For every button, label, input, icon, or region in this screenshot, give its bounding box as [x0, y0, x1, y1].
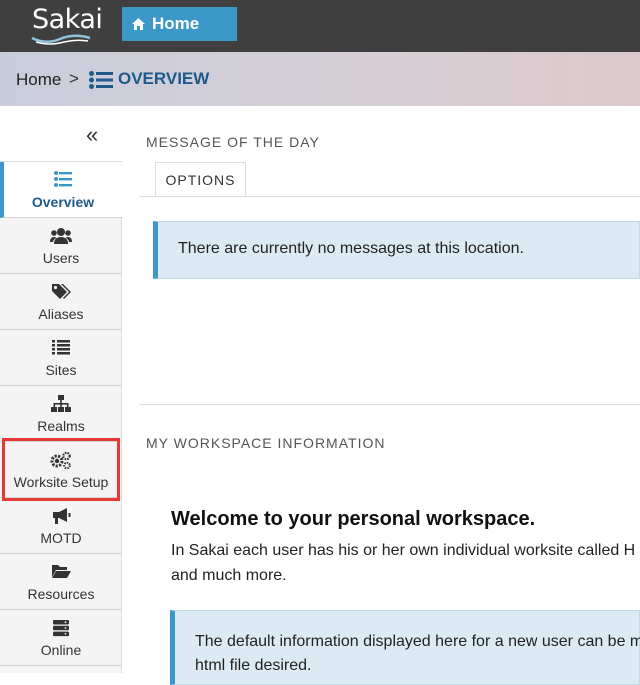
folder-open-icon [0, 563, 122, 579]
welcome-heading: Welcome to your personal workspace. [171, 508, 536, 530]
sidebar-item-aliases[interactable]: Aliases [0, 274, 122, 330]
section-divider [139, 404, 640, 405]
options-tab[interactable]: OPTIONS [155, 162, 246, 197]
breadcrumb: Home > OVERVIEW [0, 52, 640, 106]
logo-text: Sakai [32, 4, 103, 35]
sidebar-item-label: Online [40, 642, 82, 658]
sidebar-item-online[interactable]: Online [0, 610, 122, 666]
top-nav-bar: Sakai Home [0, 0, 640, 52]
list-icon [4, 171, 122, 187]
sidebar-item-label: Overview [31, 194, 95, 210]
workspace-description-line: In Sakai each user has his or her own in… [171, 542, 636, 559]
list-icon [89, 71, 113, 94]
double-chevron-left-icon: « [86, 122, 99, 147]
sidebar-item-motd[interactable]: MOTD [0, 498, 122, 554]
server-icon [0, 619, 122, 637]
sidebar-item-label: MOTD [40, 530, 82, 546]
home-icon [131, 17, 146, 31]
sidebar-item-label: Sites [45, 362, 77, 378]
list-icon [0, 339, 122, 355]
main-content: MESSAGE OF THE DAY OPTIONS There are cur… [122, 106, 640, 685]
breadcrumb-home-link[interactable]: Home [16, 70, 61, 90]
sidebar-item-users[interactable]: Users [0, 218, 122, 274]
page-title: OVERVIEW [118, 69, 210, 88]
sidebar-item-label: Aliases [38, 306, 84, 322]
sakai-logo[interactable]: Sakai [30, 2, 103, 46]
sidebar-item-resources[interactable]: Resources [0, 554, 122, 610]
workspace-description-line: and much more. [171, 567, 287, 584]
workspace-section-title: MY WORKSPACE INFORMATION [146, 435, 386, 451]
motd-message: There are currently no messages at this … [178, 240, 524, 257]
cogs-icon [0, 451, 122, 469]
logo-wave-icon [31, 34, 91, 45]
workspace-info-line: html file desired. [195, 657, 312, 674]
sidebar-item-label: Resources [27, 586, 95, 602]
workspace-info-box: The default information displayed here f… [170, 610, 640, 685]
bullhorn-icon [0, 507, 122, 525]
users-icon [0, 227, 122, 245]
home-tab-label: Home [152, 14, 200, 33]
sidebar-item-label: Worksite Setup [13, 474, 109, 490]
tags-icon [0, 283, 122, 301]
sidebar-item-realms[interactable]: Realms [0, 386, 122, 442]
tool-sidebar: « Overview Users Aliases Sites Realms Wo… [0, 106, 122, 673]
collapse-sidebar-button[interactable]: « [0, 106, 122, 162]
home-tab[interactable]: Home [122, 7, 237, 41]
sidebar-item-overview[interactable]: Overview [0, 162, 122, 218]
motd-section-title: MESSAGE OF THE DAY [146, 134, 320, 150]
sidebar-item-label: Realms [37, 418, 85, 434]
sidebar-item-label: Users [42, 250, 80, 266]
tab-divider [139, 196, 640, 197]
sitemap-icon [0, 395, 122, 413]
sidebar-item-worksite-setup[interactable]: Worksite Setup [0, 442, 122, 498]
workspace-info-line: The default information displayed here f… [195, 633, 640, 650]
breadcrumb-separator: > [69, 69, 79, 88]
motd-info-box: There are currently no messages at this … [153, 221, 640, 279]
sidebar-item-sites[interactable]: Sites [0, 330, 122, 386]
